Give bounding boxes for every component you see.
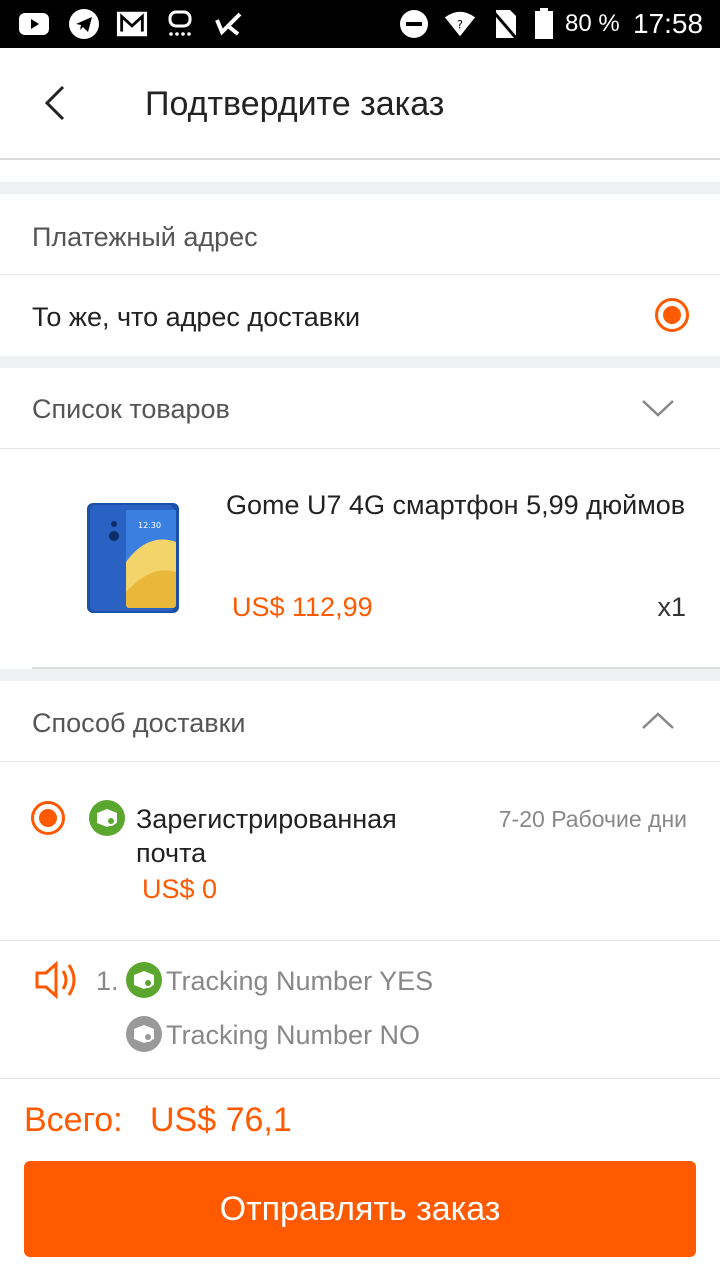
svg-text:12:30: 12:30 [138, 521, 161, 530]
registered-mail-icon [89, 800, 125, 836]
product-title[interactable]: Gome U7 4G смартфон 5,99 дюймов [226, 490, 690, 521]
battery-percent: 80 % [565, 10, 620, 37]
product-price: US$ 112,99 [232, 592, 373, 622]
chevron-up-icon[interactable] [638, 701, 678, 741]
voicemail-icon [164, 8, 196, 40]
tracking-yes-text: Tracking Number YES [166, 966, 434, 996]
shipping-days: 7-20 Рабочие дни [498, 806, 687, 832]
section-gap [0, 356, 720, 368]
tracking-no-text: Tracking Number NO [166, 1020, 421, 1050]
items-label: Список товаров [32, 394, 230, 424]
chevron-down-icon[interactable] [638, 388, 678, 428]
billing-option-radio[interactable] [655, 298, 689, 332]
shipping-method-name: Зарегистрированная почта [136, 804, 397, 868]
svg-text:?: ? [457, 19, 463, 32]
page-title: Подтвердите заказ [145, 85, 445, 123]
submit-order-button[interactable]: Отправлять заказ [24, 1161, 696, 1257]
checklist-icon [212, 8, 244, 40]
footer: Всего: US$ 76,1 Отправлять заказ [0, 1078, 720, 1280]
mail-icon [116, 8, 148, 40]
billing-label: Платежный адрес [32, 222, 258, 252]
section-gap [0, 182, 720, 194]
billing-option-row[interactable]: То же, что адрес доставки [0, 276, 720, 356]
divider [0, 940, 720, 941]
header: Подтвердите заказ [0, 48, 720, 160]
battery-icon [528, 8, 560, 40]
total-value: US$ 76,1 [150, 1101, 292, 1139]
tracking-no-icon [126, 1016, 162, 1052]
total-label: Всего: [24, 1101, 123, 1139]
shipping-label: Способ доставки [32, 708, 246, 738]
speaker-icon [34, 958, 80, 1002]
do-not-disturb-icon [398, 8, 430, 40]
product-image[interactable]: 12:30 [86, 502, 180, 614]
chevron-left-icon [44, 85, 65, 121]
back-button[interactable] [30, 78, 80, 128]
note-number: 1. [96, 966, 119, 996]
no-sim-icon [488, 8, 520, 40]
youtube-icon [18, 8, 50, 40]
items-section-header[interactable]: Список товаров [0, 368, 720, 448]
divider [0, 274, 720, 275]
telegram-icon [68, 8, 100, 40]
billing-option-label: То же, что адрес доставки [32, 302, 361, 332]
tracking-yes-icon [126, 962, 162, 998]
clock: 17:58 [633, 8, 704, 39]
shipping-price: US$ 0 [142, 874, 218, 904]
shipping-section-header[interactable]: Способ доставки [0, 681, 720, 761]
section-gap [0, 669, 720, 681]
wifi-icon: ? [444, 8, 476, 40]
status-bar: ? 80 % 17:58 [0, 0, 720, 48]
product-quantity: x1 [657, 592, 686, 622]
shipping-option-radio[interactable] [31, 801, 65, 835]
